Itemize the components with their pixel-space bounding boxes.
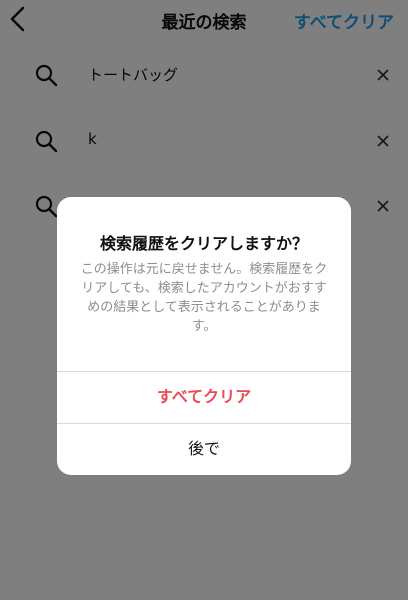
confirm-clear-all-button[interactable]: すべてクリア (57, 372, 351, 422)
dialog-title: 検索履歴をクリアしますか？ (99, 234, 308, 253)
dialog-message: この操作は元に戻せません。検索履歴をクリアしても、検索したアカウントがおすすめの… (80, 262, 328, 334)
later-button[interactable]: 後で (57, 424, 351, 474)
clear-history-dialog: 検索履歴をクリアしますか？ この操作は元に戻せません。検索履歴をクリアしても、検… (57, 197, 351, 475)
